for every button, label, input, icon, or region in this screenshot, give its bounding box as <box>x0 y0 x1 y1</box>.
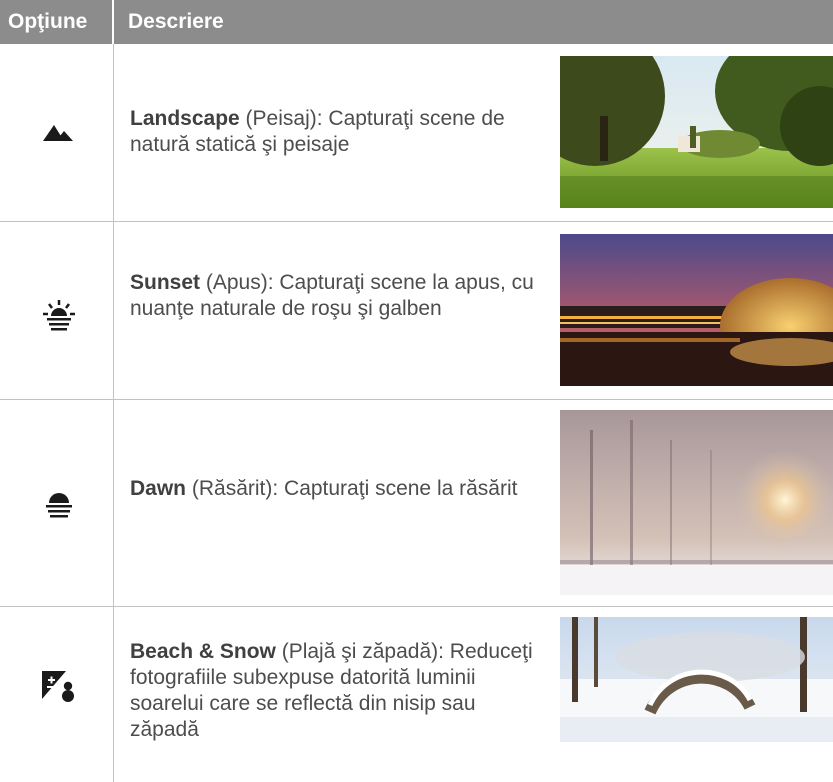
table-row-sunset: Sunset (Apus): Capturaţi scene la apus, … <box>0 222 833 399</box>
landscape-description: Landscape (Peisaj): Capturaţi scene de n… <box>130 106 535 158</box>
landscape-title: Landscape <box>130 107 240 130</box>
landscape-mountain-icon <box>40 115 78 153</box>
sunset-title: Sunset <box>130 271 201 294</box>
dawn-title: Dawn <box>130 477 187 500</box>
table-row-dawn: Dawn (Răsărit): Capturaţi scene la răsăr… <box>0 400 833 606</box>
sunset-description: Sunset (Apus): Capturaţi scene la apus, … <box>130 270 535 322</box>
beach-snow-icon <box>40 667 78 705</box>
beach-snow-description: Beach & Snow (Plajă şi zăpadă): Reduceţi… <box>130 639 535 743</box>
beach-snow-photo <box>560 617 833 742</box>
table-header: Opţiune Descriere <box>0 0 833 44</box>
table-row-landscape: Landscape (Peisaj): Capturaţi scene de n… <box>0 44 833 221</box>
landscape-photo <box>560 56 833 208</box>
sunset-photo <box>560 234 833 386</box>
dawn-description: Dawn (Răsărit): Capturaţi scene la răsăr… <box>130 476 535 502</box>
header-divider <box>112 0 114 44</box>
header-description: Descriere <box>128 10 224 33</box>
beach-snow-title: Beach & Snow <box>130 640 276 663</box>
sunset-icon <box>40 297 78 335</box>
table-row-beach-snow: Beach & Snow (Plajă şi zăpadă): Reduceţi… <box>0 607 833 782</box>
dawn-icon <box>40 485 78 523</box>
header-option: Opţiune <box>8 10 88 33</box>
dawn-photo <box>560 410 833 595</box>
dawn-text: (Răsărit): Capturaţi scene la răsărit <box>186 477 518 500</box>
